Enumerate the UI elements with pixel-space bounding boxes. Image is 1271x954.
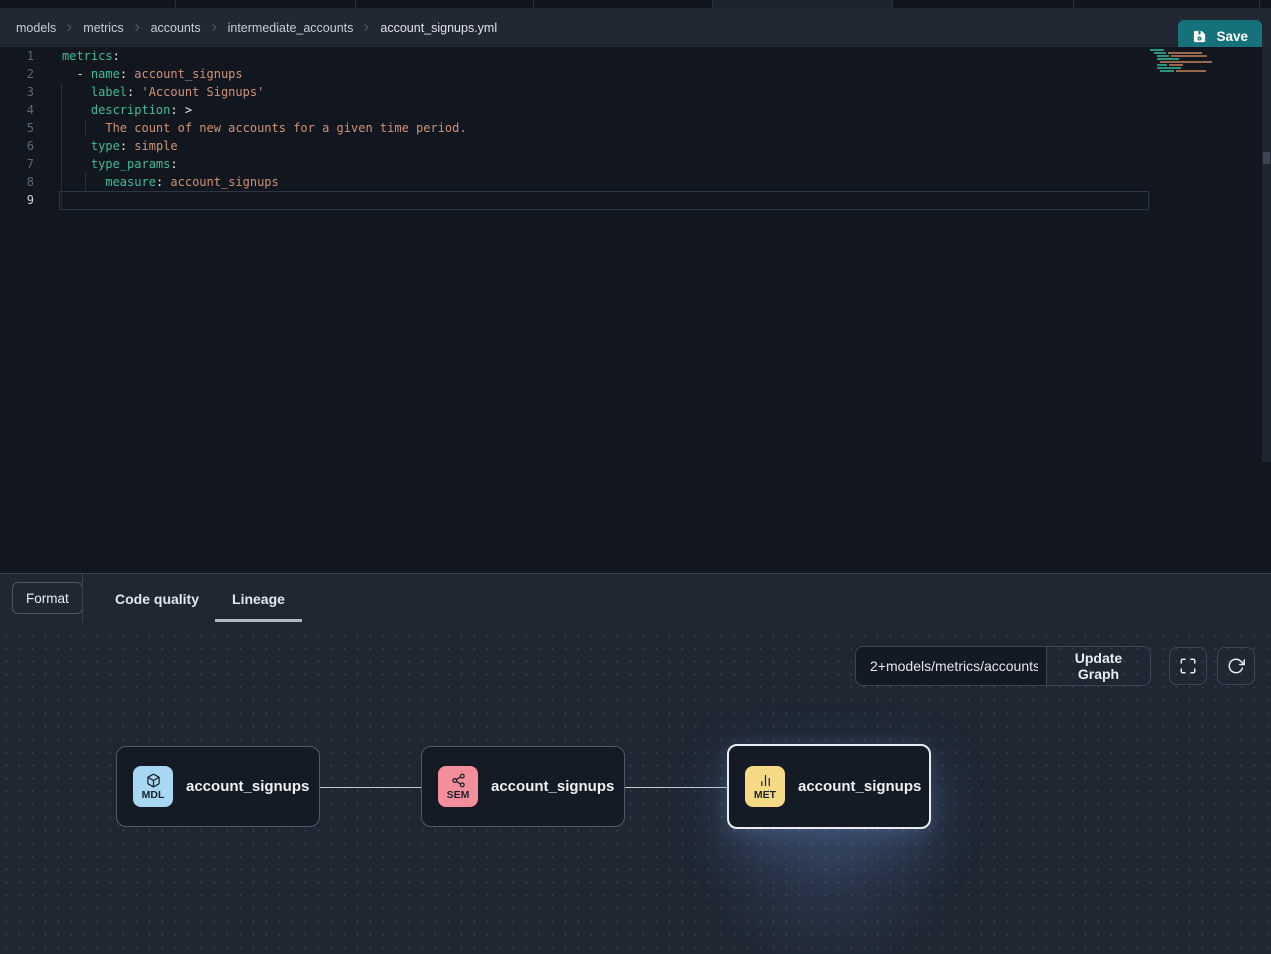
- code-line: [62, 191, 467, 209]
- active-file-tab[interactable]: [712, 0, 892, 8]
- code-line: - name: account_signups: [62, 65, 467, 83]
- met-badge: MET: [745, 766, 785, 807]
- chevron-right-icon: [64, 22, 75, 33]
- code-line: measure: account_signups: [62, 173, 467, 191]
- badge-label: SEM: [447, 790, 470, 801]
- breadcrumb-item[interactable]: intermediate_accounts: [228, 21, 354, 35]
- chevron-right-icon: [132, 22, 143, 33]
- lineage-edge: [320, 787, 421, 788]
- code-line: description: >: [62, 101, 467, 119]
- mdl-badge: MDL: [133, 766, 173, 807]
- line-number: 1: [0, 47, 34, 65]
- lineage-node-met[interactable]: MET account_signups: [727, 744, 931, 829]
- code-line: label: 'Account Signups': [62, 83, 467, 101]
- line-number: 9: [0, 191, 34, 209]
- tab-lineage[interactable]: Lineage: [232, 574, 285, 623]
- code-content[interactable]: metrics: - name: account_signups label: …: [62, 47, 467, 209]
- network-icon: [451, 773, 466, 788]
- node-label: account_signups: [491, 778, 614, 795]
- minimap[interactable]: [1150, 49, 1220, 73]
- code-line: type: simple: [62, 137, 467, 155]
- code-line: metrics:: [62, 47, 467, 65]
- line-number: 3: [0, 83, 34, 101]
- cube-icon: [146, 773, 161, 788]
- lineage-edge: [625, 787, 728, 788]
- lineage-selector-input[interactable]: [855, 646, 1047, 686]
- badge-label: MET: [754, 790, 776, 801]
- line-number: 6: [0, 137, 34, 155]
- breadcrumb-bar: models metrics accounts intermediate_accoun…: [0, 8, 1271, 47]
- fullscreen-button[interactable]: [1169, 647, 1207, 685]
- expand-icon: [1179, 657, 1197, 675]
- breadcrumb-item[interactable]: models: [16, 21, 56, 35]
- chevron-right-icon: [209, 22, 220, 33]
- line-number: 4: [0, 101, 34, 119]
- line-number: 8: [0, 173, 34, 191]
- line-number: 2: [0, 65, 34, 83]
- line-number-gutter: 123456789: [0, 47, 34, 209]
- bottom-panel: Format Code quality Lineage MDL account_si…: [0, 573, 1271, 954]
- toolbar-divider: [82, 574, 83, 623]
- breadcrumb: models metrics accounts intermediate_accoun…: [16, 8, 497, 47]
- sem-badge: SEM: [438, 766, 478, 807]
- bar-chart-icon: [758, 773, 773, 788]
- chevron-right-icon: [361, 22, 372, 33]
- badge-label: MDL: [142, 790, 165, 801]
- scrollbar-cursor-marker: [1263, 152, 1270, 164]
- line-number: 7: [0, 155, 34, 173]
- refresh-icon: [1227, 657, 1245, 675]
- tab-code-quality[interactable]: Code quality: [115, 574, 199, 623]
- node-label: account_signups: [798, 778, 921, 795]
- update-graph-button[interactable]: Update Graph: [1046, 646, 1151, 686]
- save-label: Save: [1216, 29, 1248, 44]
- breadcrumb-item[interactable]: metrics: [83, 21, 123, 35]
- node-label: account_signups: [186, 778, 309, 795]
- refresh-button[interactable]: [1217, 647, 1255, 685]
- code-line: The count of new accounts for a given ti…: [62, 119, 467, 137]
- lineage-node-mdl[interactable]: MDL account_signups: [116, 746, 320, 827]
- breadcrumb-item[interactable]: account_signups.yml: [380, 21, 497, 35]
- line-number: 5: [0, 119, 34, 137]
- code-line: type_params:: [62, 155, 467, 173]
- format-button[interactable]: Format: [12, 582, 83, 614]
- lineage-node-sem[interactable]: SEM account_signups: [421, 746, 625, 827]
- code-editor[interactable]: 123456789 metrics: - name: account_signu…: [0, 47, 1271, 573]
- ide-window: models metrics accounts intermediate_accoun…: [0, 0, 1271, 954]
- breadcrumb-item[interactable]: accounts: [151, 21, 201, 35]
- floppy-disk-icon: [1192, 29, 1207, 44]
- panel-tabs: Code quality Lineage: [115, 574, 285, 623]
- editor-tab-strip: [0, 0, 1271, 8]
- scrollbar[interactable]: [1262, 47, 1271, 462]
